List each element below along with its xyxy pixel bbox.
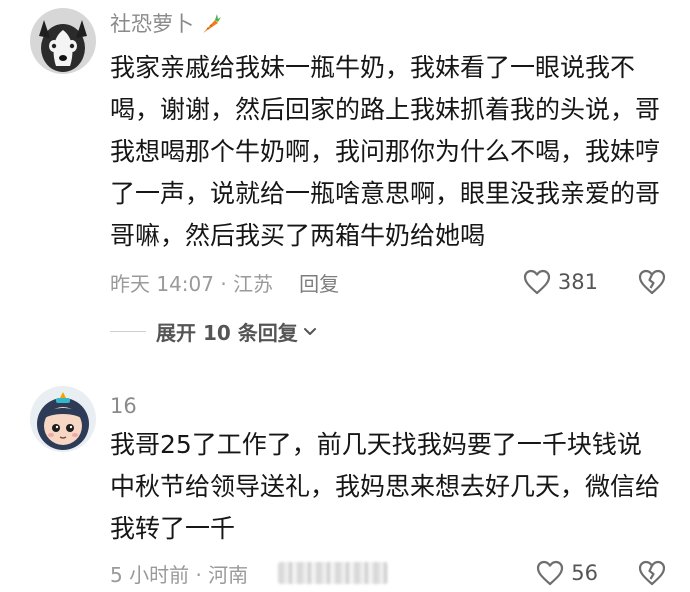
like-count: 381	[557, 270, 598, 294]
divider	[110, 330, 146, 332]
husky-dog-avatar	[30, 8, 96, 74]
expand-replies-button[interactable]: 展开 10 条回复	[110, 316, 318, 346]
dislike-button[interactable]	[638, 560, 666, 586]
heart-icon	[523, 269, 551, 295]
comment-list: 社恐萝卜 我家亲戚给我妹一瓶牛奶，我妹看了一眼说我不喝，谢谢，然后回家的路上我妹…	[0, 0, 690, 592]
like-button[interactable]: 381	[523, 269, 598, 295]
like-button[interactable]: 56	[536, 560, 598, 586]
blurred-text	[278, 562, 389, 584]
carrot-icon	[203, 14, 221, 33]
expand-replies-label: 展开 10 条回复	[156, 320, 298, 345]
comment-text: 我家亲戚给我妹一瓶牛奶，我妹看了一眼说我不喝，谢谢，然后回家的路上我妹抓着我的头…	[110, 53, 661, 250]
dislike-button[interactable]	[638, 269, 666, 295]
like-count: 56	[571, 561, 598, 585]
comment-meta: 5 小时前 · 河南 56	[110, 558, 666, 588]
comment-meta: 昨天 14:07 · 江苏 回复 381	[110, 267, 666, 297]
cartoon-girl-avatar	[30, 386, 96, 452]
broken-heart-icon	[638, 269, 666, 295]
avatar[interactable]	[30, 8, 96, 74]
timestamp-location: 5 小时前 · 河南	[110, 562, 249, 587]
heart-icon	[537, 560, 564, 586]
username[interactable]: 16	[110, 393, 137, 419]
comment-item: 16 我哥25了工作了，前几天找我妈要了一千块钱说中秋节给领导送礼，我妈思来想去…	[0, 380, 690, 592]
username[interactable]: 社恐萝卜	[110, 11, 222, 37]
avatar[interactable]	[30, 386, 96, 452]
comment-item: 社恐萝卜 我家亲戚给我妹一瓶牛奶，我妹看了一眼说我不喝，谢谢，然后回家的路上我妹…	[0, 0, 690, 380]
chevron-down-icon	[302, 323, 318, 339]
timestamp-location: 昨天 14:07 · 江苏	[110, 271, 274, 296]
comment-text: 我哥25了工作了，前几天找我妈要了一千块钱说中秋节给领导送礼，我妈思来想去好几天…	[110, 430, 661, 543]
broken-heart-icon	[638, 560, 666, 586]
reply-button[interactable]: 回复	[299, 268, 339, 297]
